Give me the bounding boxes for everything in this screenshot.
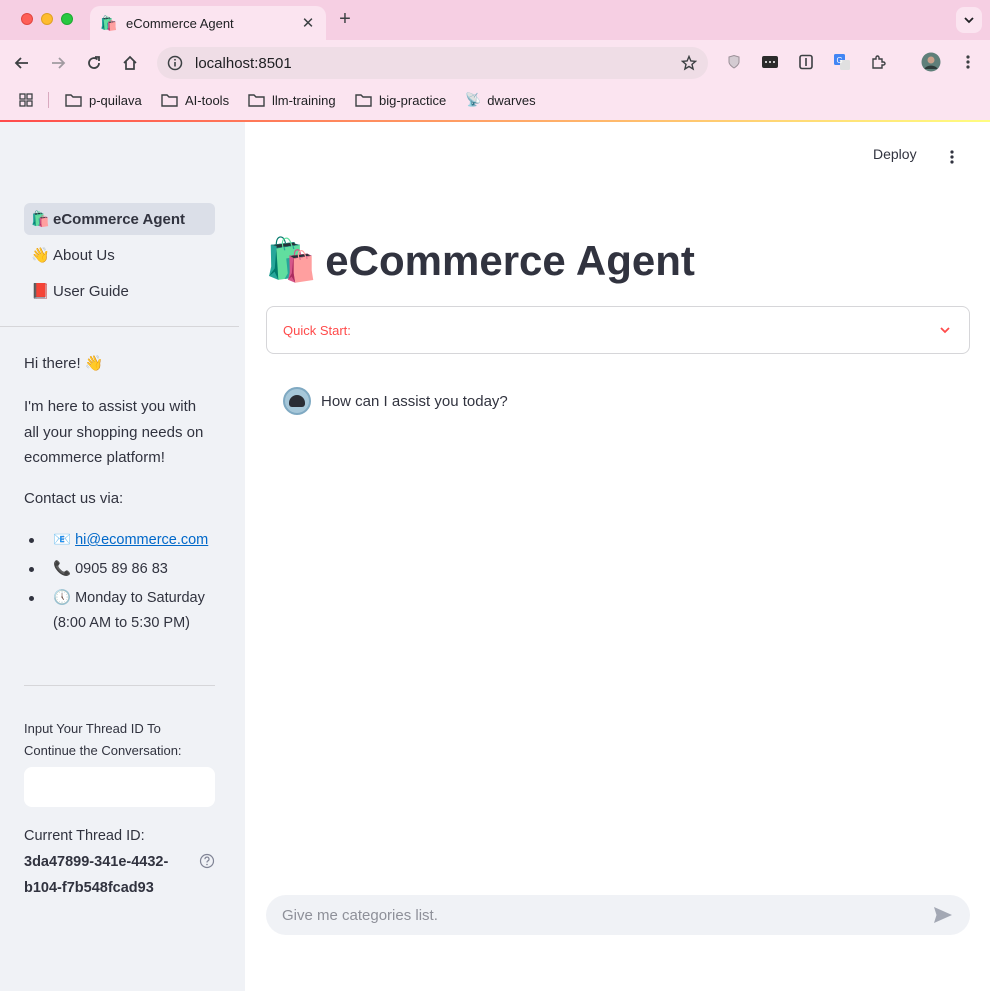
terminal-extension-icon[interactable] — [760, 52, 780, 72]
bookmark-star-icon[interactable] — [680, 54, 698, 72]
page-title: eCommerce Agent — [325, 236, 695, 284]
url-text: localhost:8501 — [195, 54, 292, 72]
current-thread-id: 3da47899-341e-4432-b104-f7b548fcad93 — [24, 854, 169, 896]
bookmarks-divider — [48, 92, 49, 108]
sidebar-item-label: About Us — [53, 246, 115, 264]
email-link[interactable]: hi@ecommerce.com — [75, 532, 208, 548]
book-icon: 📕 — [31, 283, 50, 300]
extensions-puzzle-icon[interactable] — [868, 52, 888, 72]
clock-icon: 🕔 — [53, 590, 72, 606]
page-header: 🛍️ eCommerce Agent — [265, 236, 695, 285]
quick-start-expander[interactable]: Quick Start: — [266, 306, 970, 354]
chat-input-bar — [266, 895, 970, 935]
forward-button[interactable] — [45, 50, 71, 76]
tab-search-button[interactable] — [956, 7, 982, 33]
contact-phone: 📞 0905 89 86 83 — [24, 557, 224, 582]
close-window-button[interactable] — [21, 13, 33, 25]
contact-hours: 🕔 Monday to Saturday (8:00 AM to 5:30 PM… — [24, 586, 224, 636]
minimize-window-button[interactable] — [41, 13, 53, 25]
bitwarden-extension-icon[interactable] — [796, 52, 816, 72]
folder-icon — [248, 94, 265, 107]
google-translate-icon[interactable]: G — [832, 52, 852, 72]
shield-extension-icon[interactable] — [724, 52, 744, 72]
arrow-right-icon — [52, 57, 66, 69]
bookmark-ai-tools[interactable]: AI-tools — [161, 91, 229, 109]
chevron-down-icon — [937, 322, 953, 338]
sidebar-item-label: User Guide — [53, 282, 129, 300]
reload-button[interactable] — [81, 50, 107, 76]
bot-icon — [289, 395, 305, 407]
thread-id-input[interactable] — [24, 767, 215, 807]
folder-icon — [65, 94, 82, 107]
nav-divider — [0, 326, 239, 327]
send-icon[interactable] — [932, 904, 954, 926]
folder-icon — [161, 94, 178, 107]
tab-title: eCommerce Agent — [126, 15, 234, 31]
browser-menu-icon[interactable] — [958, 52, 978, 72]
back-button[interactable] — [9, 50, 35, 76]
chevron-down-icon — [964, 17, 974, 24]
arrow-left-icon — [14, 57, 28, 69]
bookmark-label: dwarves — [487, 92, 536, 108]
quick-start-label: Quick Start: — [283, 322, 351, 338]
sidebar-item-label: eCommerce Agent — [53, 210, 185, 228]
deploy-button[interactable]: Deploy — [873, 146, 917, 162]
svg-text:G: G — [837, 56, 843, 65]
phone-number: 0905 89 86 83 — [75, 561, 168, 577]
shopping-bags-icon: 🛍️ — [31, 211, 50, 228]
bookmark-label: big-practice — [379, 92, 447, 108]
sidebar-item-about-us[interactable]: 👋 About Us — [24, 239, 215, 271]
bookmark-label: AI-tools — [185, 92, 230, 108]
bookmark-label: llm-training — [272, 92, 336, 108]
shopping-bags-icon: 🛍️ — [265, 236, 318, 283]
assistant-message: How can I assist you today? — [283, 387, 508, 415]
tab-favicon-icon: 🛍️ — [100, 14, 118, 31]
satellite-icon: 📡 — [465, 92, 482, 107]
main-content: Deploy 🛍️ eCommerce Agent Quick Start: H… — [245, 122, 990, 991]
browser-toolbar: localhost:8501 G — [0, 40, 990, 86]
contact-list: 📧 hi@ecommerce.com 📞 0905 89 86 83 🕔 Mon… — [24, 528, 224, 640]
reload-icon — [88, 56, 100, 69]
site-info-icon[interactable] — [167, 55, 183, 71]
contact-email: 📧 hi@ecommerce.com — [24, 528, 224, 553]
message-text: How can I assist you today? — [321, 392, 508, 410]
greeting-text: Hi there! 👋 — [24, 355, 104, 372]
main-menu-icon[interactable] — [942, 147, 962, 167]
bookmark-label: p-quilava — [89, 92, 142, 108]
business-hours: Monday to Saturday (8:00 AM to 5:30 PM) — [53, 590, 205, 631]
help-circle-icon[interactable] — [199, 853, 215, 869]
new-tab-button[interactable]: + — [335, 9, 355, 29]
bookmarks-bar: p-quilava AI-tools llm-training big-prac… — [0, 86, 990, 114]
browser-tab[interactable]: 🛍️ eCommerce Agent ✕ — [90, 6, 326, 40]
waving-hand-icon: 👋 — [31, 247, 50, 264]
intro-text: I'm here to assist you with all your sho… — [24, 398, 204, 466]
home-button[interactable] — [117, 50, 143, 76]
chat-input[interactable] — [282, 906, 932, 924]
phone-icon: 📞 — [53, 561, 72, 577]
sidebar: 🛍️ eCommerce Agent 👋 About Us 📕 User Gui… — [0, 122, 245, 991]
sidebar-item-ecommerce-agent[interactable]: 🛍️ eCommerce Agent — [24, 203, 215, 235]
bookmark-dwarves[interactable]: 📡 dwarves — [465, 91, 536, 109]
bookmark-big-practice[interactable]: big-practice — [355, 91, 446, 109]
maximize-window-button[interactable] — [61, 13, 73, 25]
address-bar[interactable]: localhost:8501 — [157, 47, 708, 79]
bookmark-p-quilava[interactable]: p-quilava — [65, 91, 142, 109]
bookmark-llm-training[interactable]: llm-training — [248, 91, 336, 109]
profile-avatar[interactable] — [921, 52, 941, 72]
current-thread-label: Current Thread ID: — [24, 828, 145, 844]
sidebar-item-user-guide[interactable]: 📕 User Guide — [24, 275, 215, 307]
thread-input-label: Input Your Thread ID To Continue the Con… — [24, 721, 182, 758]
tab-bar: 🛍️ eCommerce Agent ✕ + — [0, 0, 990, 40]
assistant-avatar — [283, 387, 311, 415]
home-icon — [123, 55, 137, 70]
apps-grid-icon[interactable] — [19, 91, 40, 109]
thread-divider — [24, 685, 215, 686]
contact-title: Contact us via: — [24, 490, 124, 507]
current-thread: Current Thread ID: 3da47899-341e-4432-b1… — [24, 823, 194, 901]
folder-icon — [355, 94, 372, 107]
email-icon: 📧 — [53, 532, 72, 548]
tab-close-icon[interactable]: ✕ — [300, 14, 316, 32]
browser-chrome: 🛍️ eCommerce Agent ✕ + localhost:8501 G … — [0, 0, 990, 122]
